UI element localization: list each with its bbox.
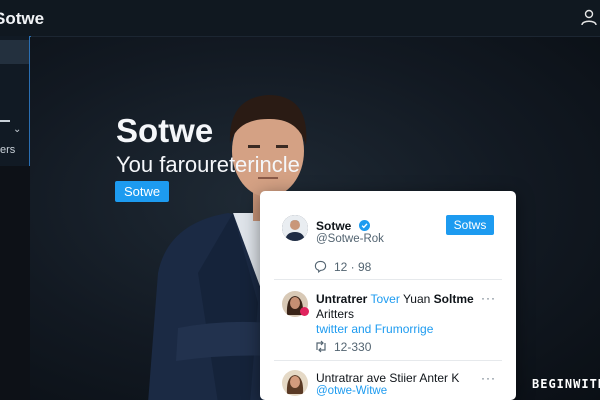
hero-title: Sotwe	[116, 112, 214, 149]
verified-icon	[358, 220, 370, 231]
hero-cta-button[interactable]: Sotwe	[115, 181, 170, 202]
watermark-logo: BEGINWITH	[532, 377, 600, 391]
profile-feed-card: Sotwe @Sotwe-Rok Sotws 12 · 98 Untratrer	[260, 191, 516, 400]
post-title: Untratrer Tover Yuan Soltme	[316, 292, 474, 306]
retweet-count: 12-330	[334, 340, 372, 354]
sidebar: ⌄ ers	[0, 36, 31, 166]
sidebar-item-marker	[0, 120, 10, 122]
divider	[274, 360, 502, 361]
reply-icon[interactable]	[314, 260, 327, 273]
divider	[274, 279, 502, 280]
post-title-text: Yuan	[402, 292, 431, 306]
post-title-bold: Soltme	[433, 292, 474, 306]
more-icon[interactable]: ···	[481, 291, 496, 305]
post-body-line: Aritters	[316, 307, 355, 321]
profile-header: Sotwe @Sotwe-Rok Sotws 12 · 98	[260, 191, 516, 286]
notification-badge-icon	[300, 307, 309, 316]
retweet-icon[interactable]	[314, 340, 328, 353]
profile-handle: @Sotwe-Rok	[316, 233, 384, 245]
list-item[interactable]: Untratrar ave Stiier Anter K ··· @otwe-W…	[260, 362, 516, 400]
more-icon[interactable]: ···	[481, 371, 496, 385]
avatar[interactable]	[282, 370, 308, 396]
post-author[interactable]: Untratrer	[316, 292, 367, 306]
user-icon[interactable]	[580, 8, 598, 26]
brand-logo-text[interactable]: Sotwe	[0, 9, 44, 29]
chevron-down-icon[interactable]: ⌄	[13, 124, 21, 135]
post-mention[interactable]: Tover	[370, 292, 399, 306]
sidebar-item-label[interactable]: ers	[0, 144, 15, 156]
hero-subtitle: You faroureterincle	[116, 152, 300, 177]
post-title[interactable]: Untratrar ave Stiier Anter K	[316, 371, 459, 385]
reply-count: 12 · 98	[334, 260, 372, 274]
follow-button[interactable]: Sotws	[446, 215, 494, 235]
post-handle[interactable]: @otwe-Witwe	[316, 385, 387, 397]
post-link[interactable]: twitter and Frumorrige	[316, 322, 433, 336]
sidebar-item-active[interactable]	[0, 40, 29, 64]
profile-name[interactable]: Sotwe	[316, 219, 351, 233]
avatar[interactable]	[282, 215, 308, 241]
top-bar: Sotwe	[0, 0, 600, 37]
